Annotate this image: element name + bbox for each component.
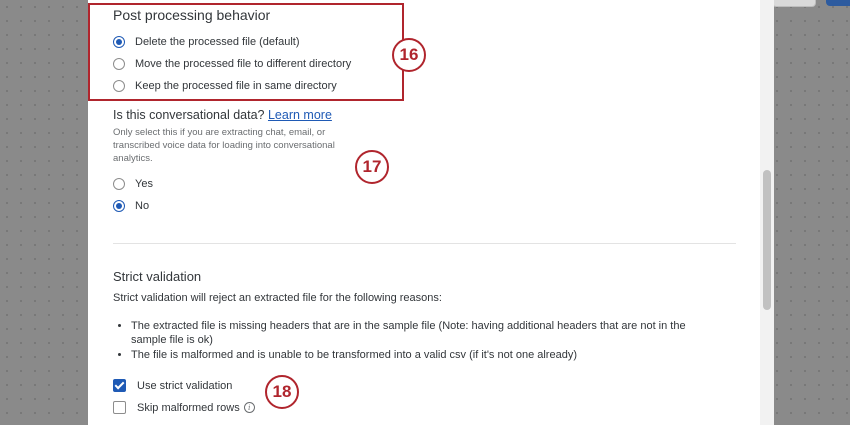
radio-option-move[interactable]: Move the processed file to different dir…: [113, 58, 351, 70]
post-processing-title: Post processing behavior: [113, 7, 271, 23]
primary-button-fragment[interactable]: [826, 0, 850, 6]
step-badge-17: 17: [355, 150, 389, 184]
conversational-title: Is this conversational data?: [113, 108, 265, 122]
checkbox[interactable]: [113, 379, 126, 392]
strict-validation-description: Strict validation will reject an extract…: [113, 292, 442, 304]
radio-label: No: [135, 200, 150, 212]
radio-option-keep[interactable]: Keep the processed file in same director…: [113, 80, 337, 92]
radio-label: Move the processed file to different dir…: [135, 58, 352, 70]
reason-list: The extracted file is missing headers th…: [113, 319, 723, 363]
conversational-help-text: Only select this if you are extracting c…: [113, 127, 335, 164]
radio-button[interactable]: [113, 58, 125, 70]
checkbox-label: Use strict validation: [137, 379, 233, 392]
section-divider: [113, 243, 736, 244]
checkbox-label: Skip malformed rows: [137, 401, 240, 414]
radio-option-yes[interactable]: Yes: [113, 178, 153, 190]
radio-option-no[interactable]: No: [113, 200, 149, 212]
learn-more-link[interactable]: Learn more: [268, 108, 332, 122]
scrollbar-thumb[interactable]: [763, 170, 771, 310]
checkbox-skip-malformed-rows[interactable]: Skip malformed rows i: [113, 401, 255, 414]
info-icon[interactable]: i: [243, 402, 255, 413]
radio-button[interactable]: [113, 36, 125, 48]
radio-button[interactable]: [113, 200, 125, 212]
reason-item: The file is malformed and is unable to b…: [131, 348, 723, 362]
radio-button[interactable]: [113, 80, 125, 92]
step-badge-18: 18: [265, 375, 299, 409]
checkbox[interactable]: [113, 401, 126, 414]
radio-label: Delete the processed file (default): [135, 36, 300, 48]
reason-item: The extracted file is missing headers th…: [131, 319, 723, 347]
radio-label: Keep the processed file in same director…: [135, 80, 337, 92]
radio-label: Yes: [135, 178, 153, 190]
top-button-fragment[interactable]: [772, 0, 816, 7]
conversational-heading: Is this conversational data? Learn more: [113, 108, 332, 122]
step-badge-16: 16: [392, 38, 426, 72]
radio-button[interactable]: [113, 178, 125, 190]
checkbox-use-strict-validation[interactable]: Use strict validation: [113, 379, 232, 392]
radio-option-delete[interactable]: Delete the processed file (default): [113, 36, 299, 48]
strict-validation-title: Strict validation: [113, 269, 202, 284]
